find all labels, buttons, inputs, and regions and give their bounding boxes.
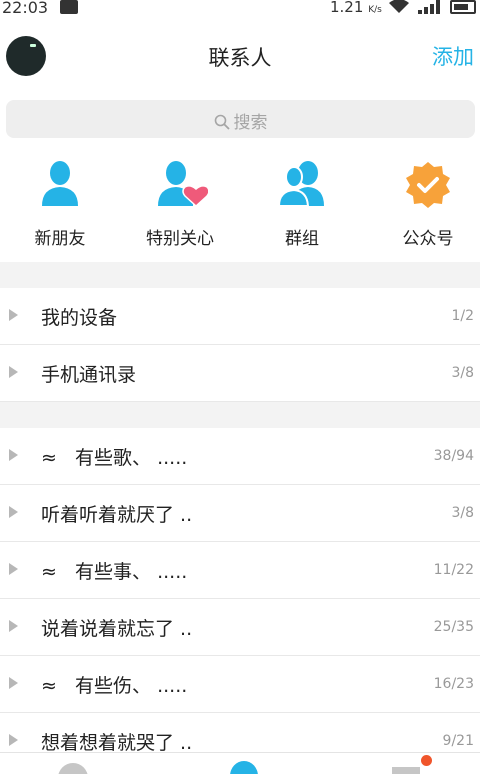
quick-entry-label: 新朋友 — [34, 229, 86, 249]
notification-dot — [421, 755, 432, 766]
group-count: 9/21 — [442, 733, 474, 749]
quick-entries: 新朋友 特别关心 群组 公众号 — [0, 152, 480, 252]
group-name: ≈ 有些歌、 ..... — [41, 447, 188, 469]
group-row[interactable]: 想着想着就哭了 .. 9/21 — [0, 713, 480, 754]
expand-arrow-icon — [9, 734, 18, 746]
quick-entry-official-accounts[interactable]: 公众号 — [368, 152, 480, 249]
section-divider — [0, 262, 480, 288]
group-count: 38/94 — [433, 448, 474, 464]
search-icon — [214, 114, 230, 135]
group-count: 11/22 — [433, 562, 474, 578]
bottom-tab-bar — [0, 752, 480, 774]
group-count: 16/23 — [433, 676, 474, 692]
quick-entry-label: 特别关心 — [146, 229, 214, 249]
add-button[interactable]: 添加 — [432, 41, 474, 71]
quick-entry-label: 公众号 — [402, 229, 454, 249]
person-heart-icon — [152, 156, 210, 212]
group-name: 我的设备 — [41, 307, 118, 329]
group-name: 想着想着就哭了 .. — [41, 732, 193, 754]
group-row[interactable]: ≈ 有些伤、 ..... 16/23 — [0, 656, 480, 713]
group-row[interactable]: ≈ 有些事、 ..... 11/22 — [0, 542, 480, 599]
battery-icon — [450, 0, 476, 14]
group-icon — [274, 156, 330, 212]
group-count: 25/35 — [433, 619, 474, 635]
status-time: 22:03 — [2, 0, 49, 17]
group-name: 说着说着就忘了 .. — [41, 618, 193, 640]
header: 联系人 添加 — [0, 24, 480, 88]
wifi-icon — [388, 0, 410, 18]
group-row[interactable]: 听着听着就厌了 .. 3/8 — [0, 485, 480, 542]
signal-icon — [418, 0, 442, 14]
group-count: 3/8 — [451, 365, 474, 381]
quick-entry-special-care[interactable]: 特别关心 — [120, 152, 240, 249]
expand-arrow-icon — [9, 309, 18, 321]
network-speed: 1.21 K/s — [330, 0, 382, 16]
group-row-my-devices[interactable]: 我的设备 1/2 — [0, 288, 480, 345]
search-placeholder: 搜索 — [233, 113, 268, 133]
quick-entry-label: 群组 — [285, 229, 319, 249]
expand-arrow-icon — [9, 563, 18, 575]
section-divider — [0, 402, 480, 428]
group-row[interactable]: ≈ 有些歌、 ..... 38/94 — [0, 428, 480, 485]
search-input[interactable]: 搜索 — [6, 100, 475, 138]
person-icon — [32, 156, 88, 212]
status-bar: 22:03 1.21 K/s — [0, 0, 480, 18]
quick-entry-new-friends[interactable]: 新朋友 — [0, 152, 120, 249]
group-row[interactable]: 说着说着就忘了 .. 25/35 — [0, 599, 480, 656]
expand-arrow-icon — [9, 449, 18, 461]
expand-arrow-icon — [9, 366, 18, 378]
group-count: 3/8 — [451, 505, 474, 521]
tab-messages[interactable] — [58, 763, 88, 774]
page-title: 联系人 — [208, 46, 272, 70]
group-row-phone-contacts[interactable]: 手机通讯录 3/8 — [0, 345, 480, 402]
verified-badge-icon — [400, 156, 456, 212]
expand-arrow-icon — [9, 506, 18, 518]
expand-arrow-icon — [9, 620, 18, 632]
expand-arrow-icon — [9, 677, 18, 689]
group-name: 手机通讯录 — [41, 364, 137, 386]
group-name: ≈ 有些伤、 ..... — [41, 675, 188, 697]
group-count: 1/2 — [451, 308, 474, 324]
image-notification-icon — [60, 0, 78, 14]
group-name: 听着听着就厌了 .. — [41, 504, 193, 526]
quick-entry-groups[interactable]: 群组 — [242, 152, 362, 249]
group-name: ≈ 有些事、 ..... — [41, 561, 188, 583]
tab-contacts[interactable] — [230, 761, 258, 774]
